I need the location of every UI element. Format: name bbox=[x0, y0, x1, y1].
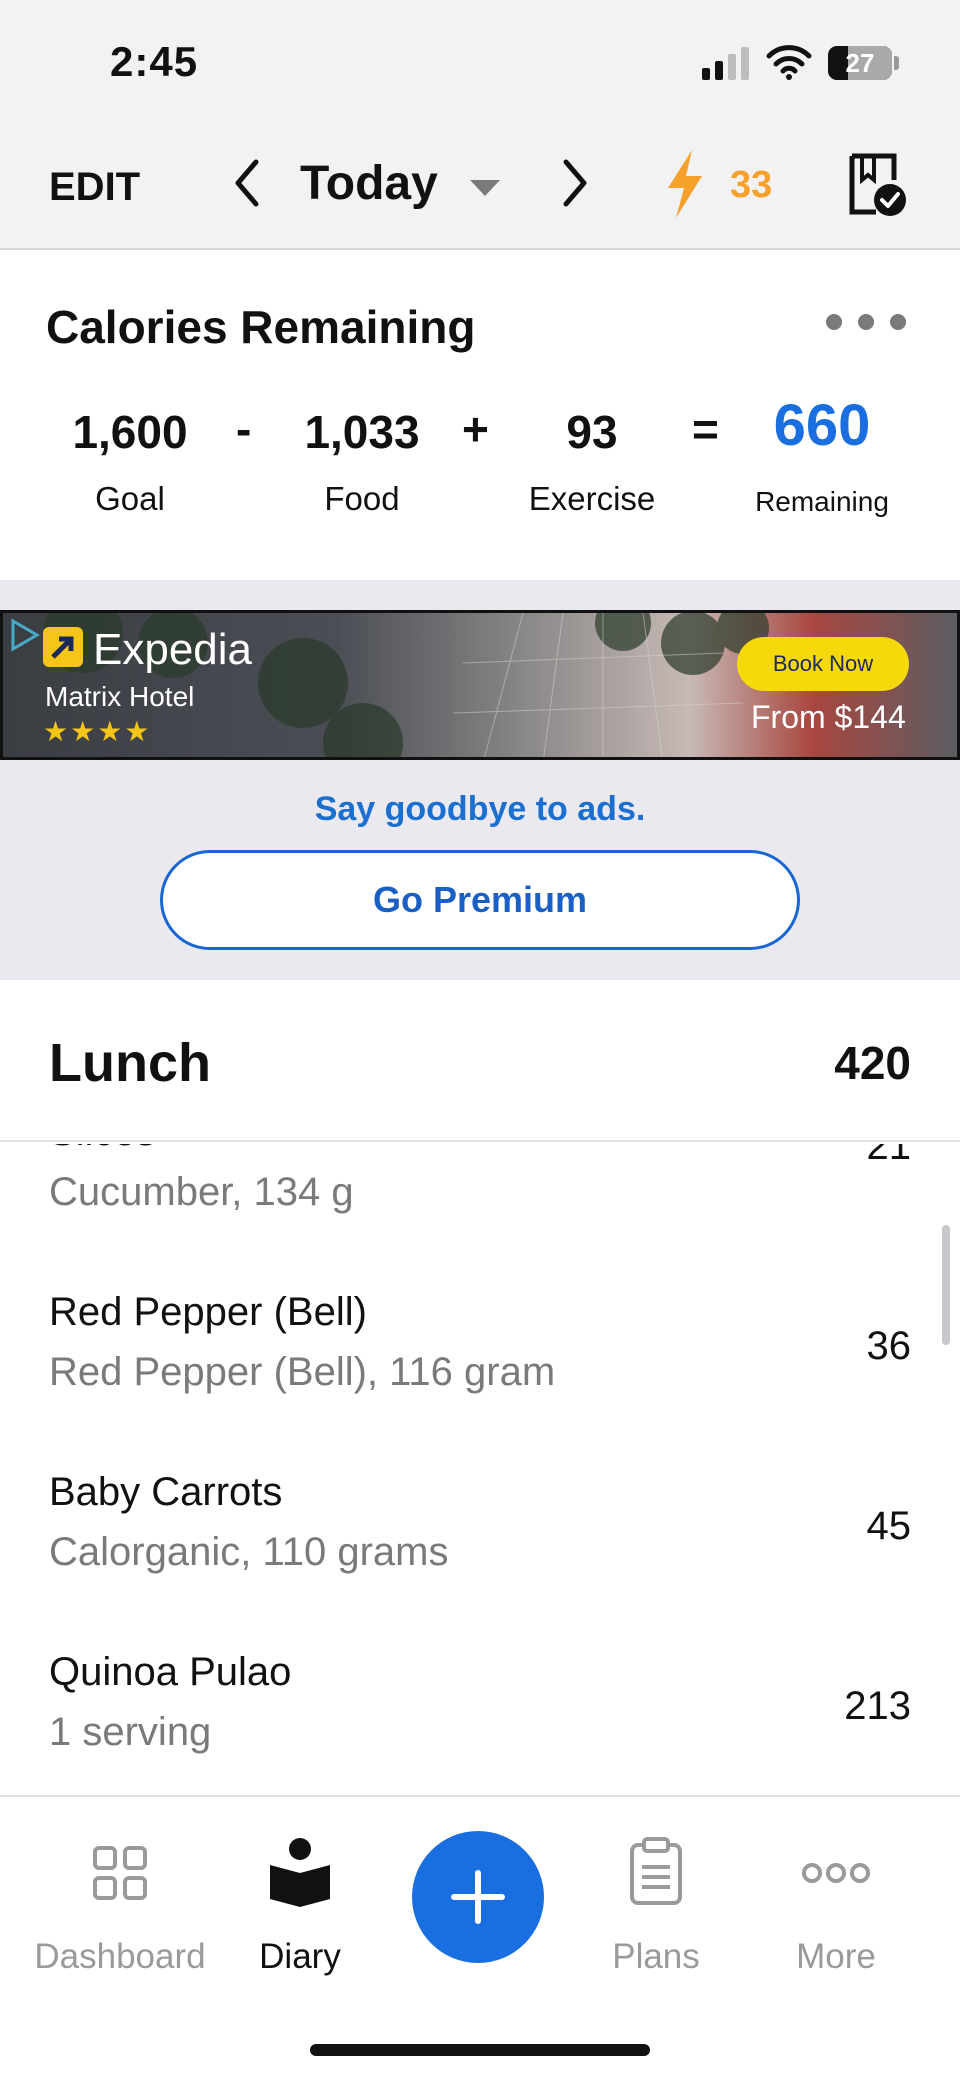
signal-icon bbox=[702, 47, 749, 80]
streak-count[interactable]: 33 bbox=[730, 164, 772, 207]
status-bar: 2:45 27 bbox=[0, 0, 960, 120]
tab-plans-label: Plans bbox=[612, 1937, 700, 1976]
exercise-label: Exercise bbox=[528, 480, 656, 517]
battery-level: 27 bbox=[845, 48, 875, 78]
meal-total: 420 bbox=[834, 1037, 911, 1089]
top-nav: EDIT Today 33 bbox=[0, 120, 960, 250]
goal-value: 1,600 bbox=[72, 406, 188, 458]
add-entry-button[interactable] bbox=[412, 1831, 544, 1963]
food-list: Slices Cucumber, 134 g 21 Red Pepper (Be… bbox=[0, 1144, 960, 1795]
expedia-logo-icon bbox=[43, 627, 83, 667]
tab-diary-label: Diary bbox=[259, 1937, 341, 1976]
ad-price: From $144 bbox=[751, 699, 906, 735]
book-now-button[interactable]: Book Now bbox=[737, 637, 909, 691]
tab-dashboard-label: Dashboard bbox=[34, 1937, 206, 1976]
food-item[interactable]: Slices Cucumber, 134 g 21 bbox=[0, 1144, 960, 1264]
plus-sign: + bbox=[462, 403, 489, 455]
battery-icon: 27 bbox=[828, 46, 892, 80]
status-time: 2:45 bbox=[110, 38, 199, 85]
tab-more-label: More bbox=[796, 1937, 876, 1976]
food-desc: Red Pepper (Bell), 116 gram bbox=[49, 1350, 556, 1394]
expedia-ad-banner[interactable]: Expedia Matrix Hotel ★★★★ Book Now From … bbox=[0, 610, 960, 760]
food-calories: 21 bbox=[866, 1144, 912, 1168]
edit-button[interactable]: EDIT bbox=[49, 165, 140, 210]
battery-tip bbox=[894, 56, 899, 70]
more-icon bbox=[802, 1863, 870, 1883]
dashboard-icon bbox=[93, 1846, 147, 1900]
date-selector[interactable]: Today bbox=[300, 156, 438, 211]
goal-label: Goal bbox=[95, 480, 165, 517]
food-item[interactable]: Baby Carrots Calorganic, 110 grams 45 bbox=[0, 1444, 960, 1624]
calories-remaining-card: Calories Remaining 1,600 Goal - 1,033 Fo… bbox=[0, 250, 960, 580]
food-desc: Calorganic, 110 grams bbox=[49, 1530, 449, 1574]
food-desc: Cucumber, 134 g bbox=[49, 1170, 354, 1214]
ad-section: Expedia Matrix Hotel ★★★★ Book Now From … bbox=[0, 580, 960, 980]
remaining-label: Remaining bbox=[755, 486, 889, 517]
saved-meals-icon[interactable] bbox=[846, 150, 910, 220]
tab-diary[interactable]: Diary bbox=[200, 1817, 400, 2017]
meal-title: Lunch bbox=[49, 1033, 211, 1093]
food-label: Food bbox=[324, 480, 400, 517]
equals-sign: = bbox=[692, 403, 719, 455]
tab-bar: Dashboard Diary Plans More bbox=[0, 1795, 960, 2079]
food-item[interactable]: Quinoa Pulao 1 serving 213 bbox=[0, 1624, 960, 1795]
ad-star-rating: ★★★★ bbox=[43, 716, 152, 747]
food-value: 1,033 bbox=[304, 406, 420, 458]
food-item[interactable]: Red Pepper (Bell) Red Pepper (Bell), 116… bbox=[0, 1264, 960, 1444]
chevron-left-icon[interactable] bbox=[232, 158, 262, 208]
chevron-right-icon[interactable] bbox=[560, 158, 590, 208]
minus-sign: - bbox=[236, 403, 252, 455]
scrollbar[interactable] bbox=[942, 1225, 950, 1345]
food-name: Baby Carrots bbox=[49, 1470, 283, 1514]
calories-title: Calories Remaining bbox=[46, 301, 476, 353]
home-indicator bbox=[310, 2044, 650, 2056]
go-premium-button[interactable]: Go Premium bbox=[160, 850, 800, 950]
food-name: Red Pepper (Bell) bbox=[49, 1290, 367, 1334]
ad-choices-icon[interactable] bbox=[7, 617, 43, 653]
ad-brand: Expedia bbox=[93, 625, 253, 674]
tab-dashboard[interactable]: Dashboard bbox=[20, 1817, 220, 2017]
plus-icon bbox=[451, 1870, 505, 1924]
food-calories: 36 bbox=[866, 1324, 912, 1368]
remaining-value: 660 bbox=[773, 393, 871, 458]
more-options-icon[interactable] bbox=[824, 312, 910, 332]
tab-more[interactable]: More bbox=[736, 1817, 936, 2017]
food-name: Slices bbox=[49, 1144, 156, 1155]
food-name: Quinoa Pulao bbox=[49, 1650, 292, 1694]
remove-ads-text: Say goodbye to ads. bbox=[314, 790, 646, 828]
meal-header: Lunch 420 bbox=[0, 980, 960, 1142]
tab-plans[interactable]: Plans bbox=[556, 1817, 756, 2017]
lightning-icon[interactable] bbox=[662, 148, 708, 220]
food-desc: 1 serving bbox=[49, 1710, 212, 1754]
caret-down-icon[interactable] bbox=[470, 180, 500, 198]
food-calories: 45 bbox=[866, 1504, 912, 1548]
clipboard-icon bbox=[630, 1837, 682, 1905]
diary-icon bbox=[270, 1838, 330, 1907]
ad-hotel-name: Matrix Hotel bbox=[45, 681, 195, 712]
wifi-icon bbox=[766, 45, 812, 80]
exercise-value: 93 bbox=[566, 406, 618, 458]
food-calories: 213 bbox=[844, 1684, 911, 1728]
